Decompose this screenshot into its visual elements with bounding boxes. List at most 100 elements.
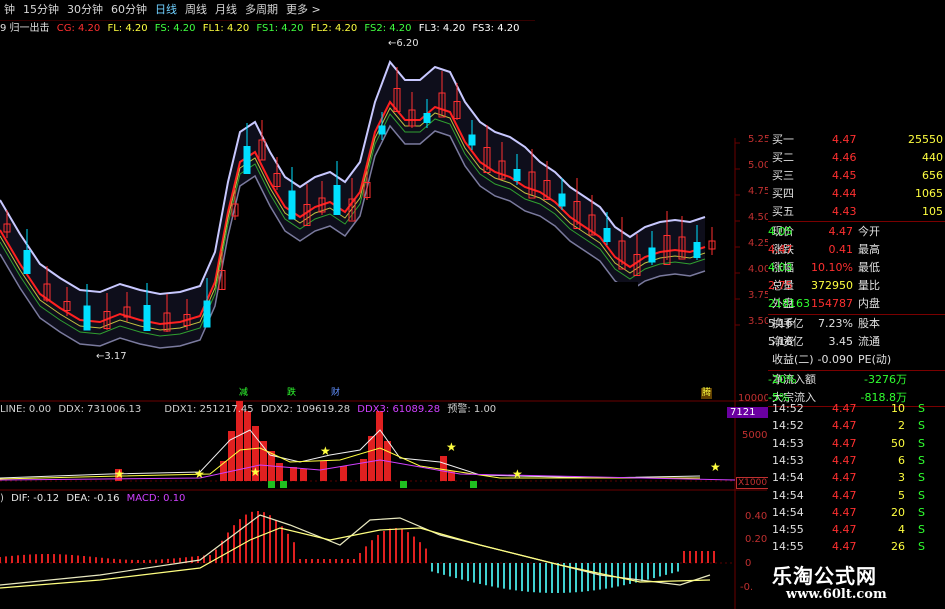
stat-row[interactable]: 外盘 154787 内盘 218163	[768, 296, 945, 312]
stat-row[interactable]: 换手 7.23% 股本 5.16亿	[768, 316, 945, 332]
stat-row[interactable]: 收益(二) -0.090 PE(动)	[768, 352, 945, 368]
stat-value: 7.23%	[818, 317, 853, 330]
warning-star-icon: ★	[114, 467, 125, 481]
ddx-warning-value: 预警: 1.00	[447, 404, 497, 415]
trade-tick-row[interactable]: 14:53 4.47 50 S	[768, 436, 945, 452]
stat-row[interactable]: 涨跌 0.41 最高 4.47	[768, 242, 945, 258]
tick-side: S	[918, 436, 925, 450]
tab-60min[interactable]: 60分钟	[107, 0, 151, 20]
stat-label: 量比	[858, 279, 880, 292]
tab-multi-period[interactable]: 多周期	[241, 0, 282, 20]
order-book-row[interactable]: 买一 4.47 25550	[768, 132, 945, 148]
order-volume: 1065	[915, 187, 943, 200]
ddx-value: DDX: 731006.13	[58, 404, 142, 415]
tick-volume: 4	[898, 523, 905, 537]
candle-body	[558, 193, 566, 207]
tick-side: S	[918, 419, 925, 433]
tick-volume: 6	[898, 453, 905, 467]
order-price: 4.46	[832, 151, 857, 164]
site-watermark: 乐淘公式网 www.60lt.com	[752, 556, 945, 609]
trade-tick-row[interactable]: 14:54 4.47 20 S	[768, 505, 945, 521]
stat-value: 10.10%	[811, 261, 853, 274]
tick-time: 14:55	[772, 523, 804, 537]
tab-30min[interactable]: 30分钟	[63, 0, 107, 20]
stat-label: 流通	[858, 335, 880, 348]
tab-15min[interactable]: 15分钟	[19, 0, 63, 20]
tick-volume: 5	[898, 488, 905, 502]
order-book-row[interactable]: 买四 4.44 1065	[768, 186, 945, 202]
stat-value: 3.45	[828, 335, 854, 348]
trade-tick-row[interactable]: 14:55 4.47 4 S	[768, 522, 945, 538]
tick-side: S	[918, 523, 925, 537]
tab-weekly[interactable]: 周线	[181, 0, 211, 20]
ddx-legend: LINE: 0.00 DDX: 731006.13 DDX1: 251217.4…	[0, 403, 500, 417]
candle-body	[23, 250, 31, 274]
tab-monthly[interactable]: 月线	[211, 0, 241, 20]
order-level-label: 买四	[772, 187, 794, 200]
stat-value: 2.75	[768, 279, 793, 292]
legend-fl: FL: 4.20	[107, 23, 148, 34]
candle-body	[333, 185, 341, 215]
ddx-bar	[220, 461, 227, 481]
stat-row[interactable]: 现价 4.47 今开 4.05	[768, 224, 945, 240]
stat-row[interactable]: 净资 3.45 流通 5.16亿	[768, 334, 945, 350]
trade-tick-row[interactable]: 14:52 4.47 10 S	[768, 401, 945, 417]
stat-label: 内盘	[858, 297, 880, 310]
order-level-label: 买五	[772, 205, 794, 218]
dea-line	[0, 527, 711, 589]
tick-price: 4.47	[832, 523, 857, 537]
low-marker: ←3.17	[96, 351, 127, 362]
tab-1min[interactable]: 钟	[0, 0, 19, 20]
trade-tick-row[interactable]: 14:53 4.47 6 S	[768, 453, 945, 469]
order-price: 4.44	[832, 187, 857, 200]
mask-block	[306, 282, 638, 327]
order-book-row[interactable]: 买三 4.45 656	[768, 168, 945, 184]
ddx-bar-negative	[280, 481, 287, 488]
candle-body	[423, 113, 431, 123]
ddx-bar	[340, 466, 347, 481]
macd-axis-020: 0.20	[745, 534, 768, 545]
stat-value: 4.03	[768, 261, 793, 274]
flow-value: -3276万	[864, 373, 907, 386]
ddx-bar	[320, 461, 327, 481]
candle-body	[513, 169, 521, 181]
tick-side: S	[918, 471, 925, 485]
trade-tick-row[interactable]: 14:54 4.47 3 S	[768, 470, 945, 486]
stat-row[interactable]: 总量 372950 量比 2.75	[768, 278, 945, 294]
trade-tick-row[interactable]: 14:52 4.47 2 S	[768, 418, 945, 434]
tick-time: 14:54	[772, 505, 804, 519]
tick-volume: 2	[898, 419, 905, 433]
tick-volume: 3	[898, 471, 905, 485]
flow-pct: -20%	[768, 373, 797, 386]
macd-indicator	[0, 511, 715, 593]
event-badge-reduce[interactable]: 减	[238, 388, 249, 399]
legend-fs: FS: 4.20	[154, 23, 196, 34]
order-volume: 656	[922, 169, 943, 182]
ddx-bar	[290, 467, 297, 481]
ddx3-line	[0, 459, 736, 481]
candle-body	[83, 305, 91, 331]
trade-tick-row[interactable]: 14:55 4.47 26 S	[768, 539, 945, 555]
event-badge-finance[interactable]: 财	[330, 388, 341, 399]
tick-side: S	[918, 540, 925, 554]
order-book-row[interactable]: 买五 4.43 105	[768, 204, 945, 220]
period-toolbar: 钟 15分钟 30分钟 60分钟 日线 周线 月线 多周期 更多 >	[0, 0, 535, 20]
legend-fs1: FS1: 4.20	[256, 23, 304, 34]
order-level-label: 买二	[772, 151, 794, 164]
tab-more[interactable]: 更多 >	[282, 0, 325, 20]
tick-side: S	[918, 488, 925, 502]
flow-row[interactable]: 净流入额 -3276万 -20%	[768, 372, 945, 388]
tick-volume: 10	[891, 402, 905, 415]
tab-daily[interactable]: 日线	[151, 0, 181, 20]
stat-row[interactable]: 涨幅 10.10% 最低 4.03	[768, 260, 945, 276]
event-badge-teng[interactable]: 腾	[701, 388, 712, 399]
ddx-bar	[440, 456, 447, 481]
trade-tick-row[interactable]: 14:54 4.47 5 S	[768, 488, 945, 504]
event-badge-fall[interactable]: 跌	[286, 388, 297, 399]
order-book-row[interactable]: 买二 4.46 440	[768, 150, 945, 166]
blank-area	[535, 0, 945, 138]
stat-label: 今开	[858, 225, 880, 238]
order-volume: 440	[922, 151, 943, 164]
quote-panel: 买一 4.47 25550 买二 4.46 440 买三 4.45 656 买四 4.44 1065 买…	[768, 133, 945, 609]
price-axis-350: 3.50	[748, 316, 771, 327]
